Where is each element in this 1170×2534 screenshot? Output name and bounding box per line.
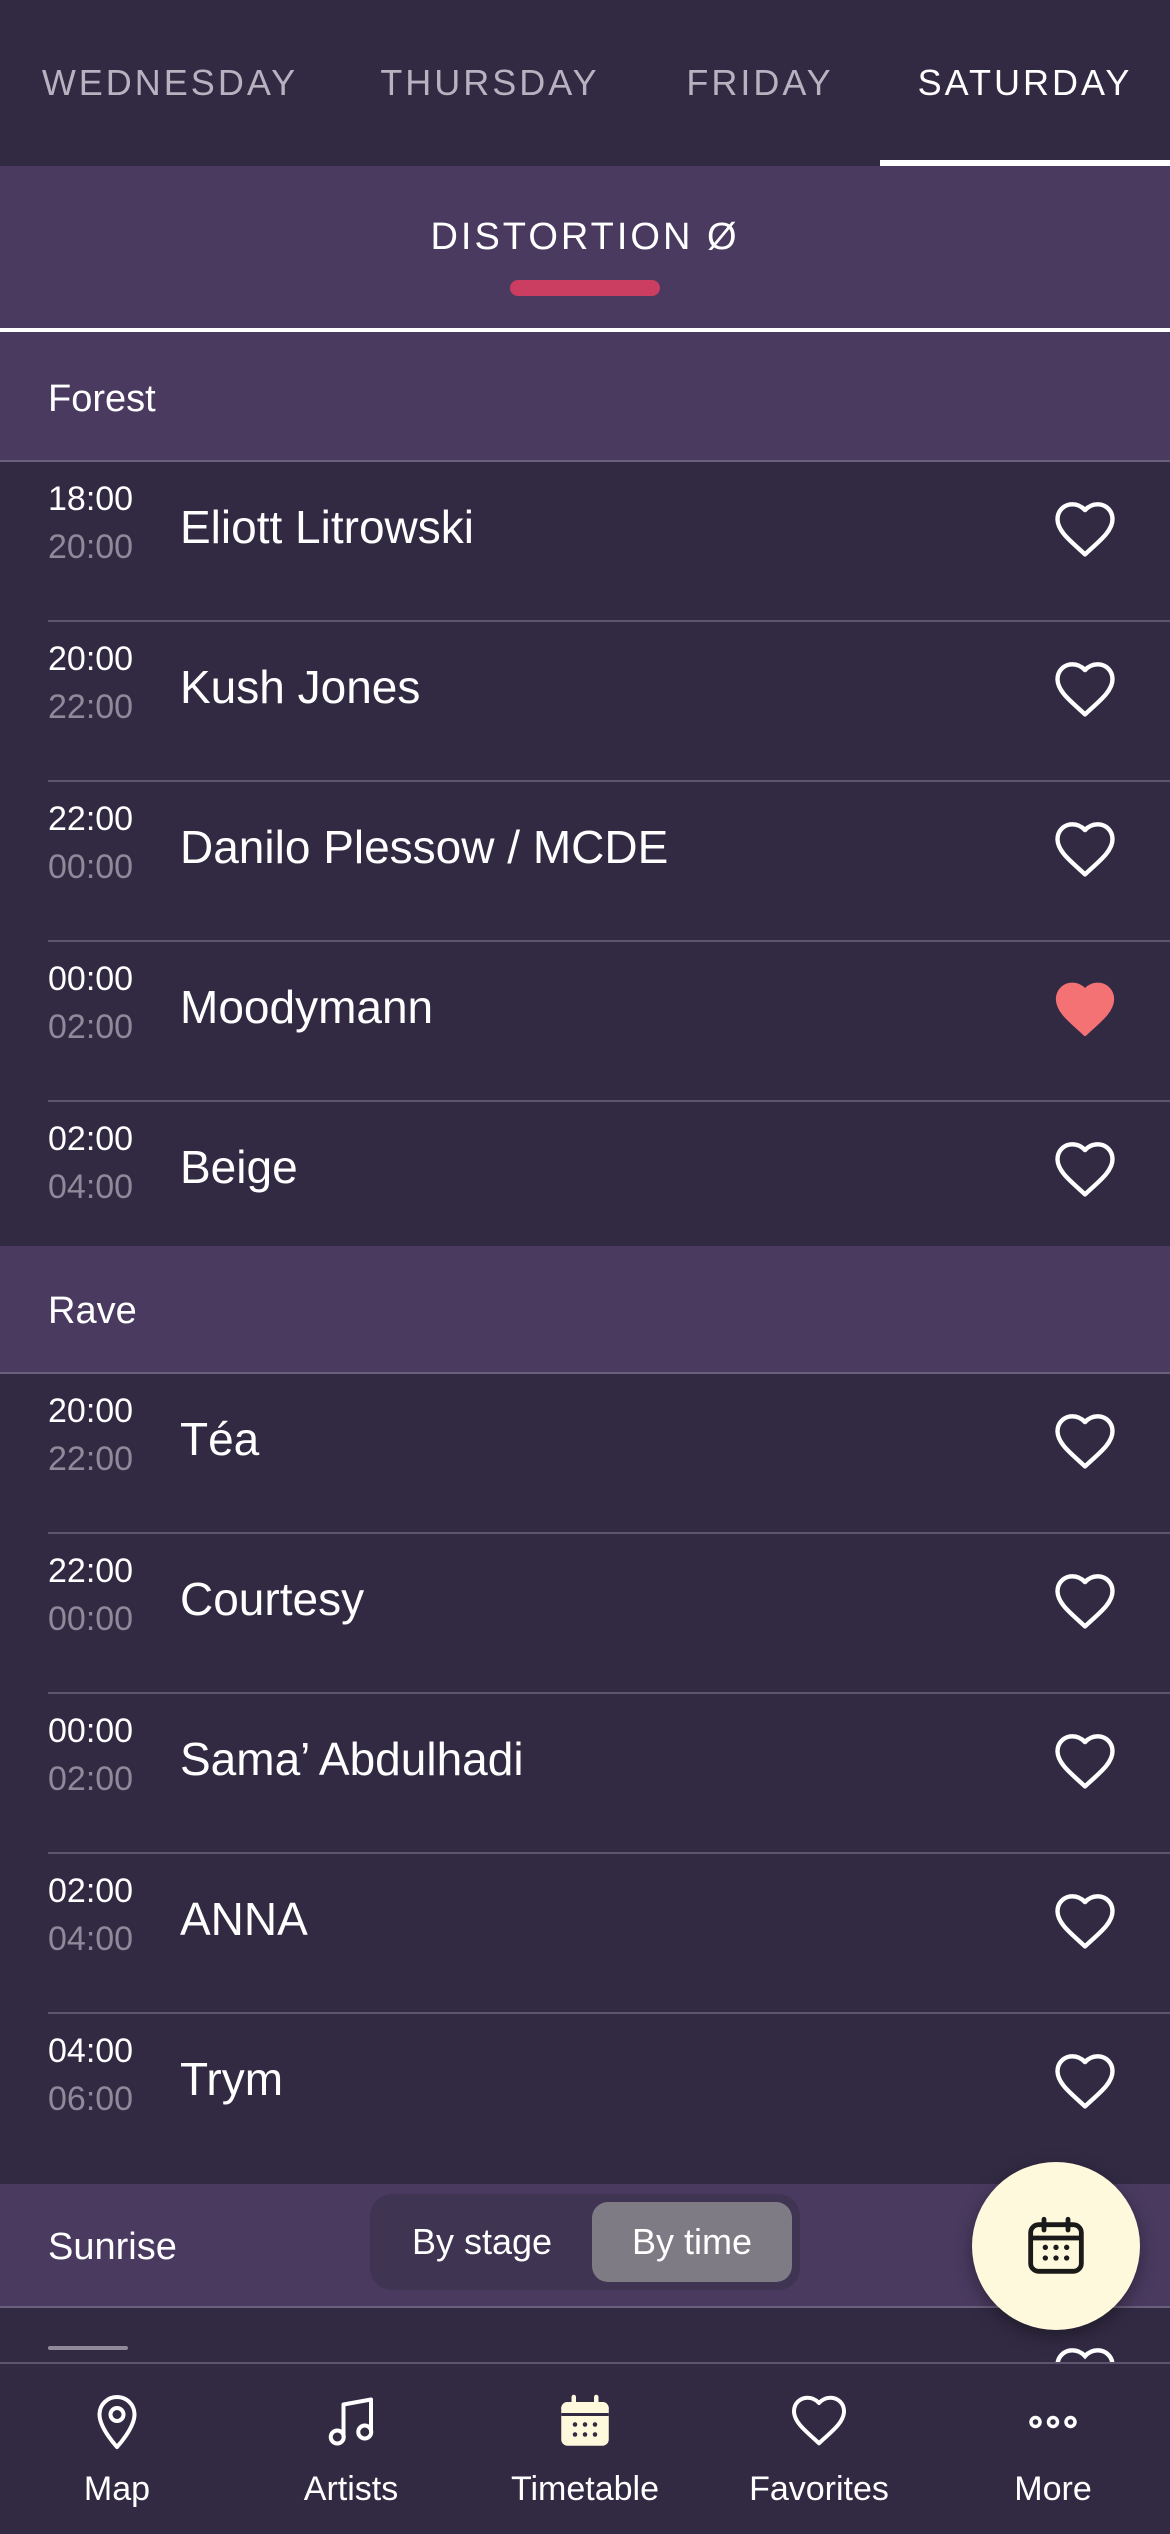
heart-icon[interactable] (1052, 1730, 1118, 1796)
more-dots-icon (1029, 2415, 1077, 2429)
list-item[interactable]: 20:00 22:00 Téa (0, 1374, 1170, 1534)
start-time: 20:00 (48, 1392, 134, 1430)
artist-name: Danilo Plessow / MCDE (180, 821, 669, 873)
tab-thursday[interactable]: THURSDAY (340, 0, 640, 166)
stage-indicator (510, 280, 660, 296)
end-time: 22:00 (48, 688, 134, 726)
list-item[interactable]: 20:00 22:00 Kush Jones (0, 622, 1170, 782)
start-time: 18:00 (48, 480, 134, 518)
day-tabs: WEDNESDAY THURSDAY FRIDAY SATURDAY (0, 0, 1170, 166)
section-label: Sunrise (48, 2226, 177, 2268)
artist-name: Kush Jones (180, 661, 421, 713)
heart-icon[interactable] (1052, 658, 1118, 724)
heart-icon[interactable] (1052, 1570, 1118, 1636)
nav-label: Map (83, 2470, 151, 2508)
section-header-rave: Rave (0, 1246, 1170, 1374)
start-time: 00:00 (48, 1712, 134, 1750)
list-item[interactable]: 04:00 06:00 Trym (0, 2014, 1170, 2174)
artist-name: Courtesy (180, 1573, 365, 1625)
list-item[interactable]: 22:00 00:00 Courtesy (0, 1534, 1170, 1694)
view-toggle: By stage By time (370, 2194, 800, 2290)
music-note-icon (328, 2397, 374, 2446)
artist-name: Eliott Litrowski (180, 501, 474, 553)
start-time: 20:00 (48, 640, 134, 678)
end-time: 00:00 (48, 848, 134, 886)
nav-timetable[interactable]: Timetable (468, 2364, 702, 2534)
list-item-clipped (0, 2308, 1170, 2362)
section-label: Rave (48, 1290, 137, 1332)
artist-name: Moodymann (180, 981, 434, 1033)
heart-icon[interactable] (1052, 1410, 1118, 1476)
nav-label: Favorites (749, 2470, 889, 2508)
nav-label: Timetable (510, 2470, 660, 2508)
start-time: 00:00 (48, 960, 134, 998)
start-time: 22:00 (48, 800, 134, 838)
stage-selector[interactable]: DISTORTION Ø (0, 166, 1170, 332)
end-time: 04:00 (48, 1168, 134, 1206)
by-stage-button[interactable]: By stage (382, 2202, 582, 2282)
end-time: 00:00 (48, 1600, 134, 1638)
stage-title: DISTORTION Ø (430, 216, 740, 258)
nav-label: Artists (303, 2470, 399, 2508)
section-label: Forest (48, 378, 156, 420)
list-item[interactable]: 02:00 04:00 Beige (0, 1102, 1170, 1262)
artist-name: Beige (180, 1141, 298, 1193)
start-time: 04:00 (48, 2032, 134, 2070)
end-time: 02:00 (48, 1760, 134, 1798)
calendar-fab-button[interactable] (972, 2162, 1140, 2330)
artist-name: Sama’ Abdulhadi (180, 1733, 524, 1785)
artist-name: Trym (180, 2053, 284, 2105)
bottom-nav: Map Artists Timetable Favorites More (0, 2362, 1170, 2534)
heart-icon[interactable] (1052, 1138, 1118, 1204)
list-item[interactable]: 00:00 02:00 Sama’ Abdulhadi (0, 1694, 1170, 1854)
tab-wednesday[interactable]: WEDNESDAY (0, 0, 340, 166)
end-time: 06:00 (48, 2080, 134, 2118)
nav-map[interactable]: Map (0, 2364, 234, 2534)
end-time: 02:00 (48, 1008, 134, 1046)
start-time: 22:00 (48, 1552, 134, 1590)
by-time-button[interactable]: By time (592, 2202, 792, 2282)
heart-icon (792, 2395, 846, 2446)
end-time: 20:00 (48, 528, 134, 566)
nav-label: More (1014, 2470, 1092, 2508)
list-item[interactable]: 22:00 00:00 Danilo Plessow / MCDE (0, 782, 1170, 942)
calendar-icon (1028, 2216, 1084, 2274)
heart-icon[interactable] (1052, 818, 1118, 884)
heart-icon[interactable] (1052, 1890, 1118, 1956)
section-header-forest: Forest (0, 332, 1170, 462)
end-time: 04:00 (48, 1920, 134, 1958)
clipped-time (48, 2346, 128, 2350)
start-time: 02:00 (48, 1872, 134, 1910)
nav-more[interactable]: More (936, 2364, 1170, 2534)
nav-favorites[interactable]: Favorites (702, 2364, 936, 2534)
list-item[interactable]: 18:00 20:00 Eliott Litrowski (0, 462, 1170, 622)
end-time: 22:00 (48, 1440, 134, 1478)
map-pin-icon (97, 2395, 137, 2449)
heart-icon (1055, 2348, 1115, 2362)
artist-name: Téa (180, 1413, 260, 1465)
calendar-icon (561, 2394, 609, 2446)
list-item[interactable]: 00:00 02:00 Moodymann (0, 942, 1170, 1102)
list-item[interactable]: 02:00 04:00 ANNA (0, 1854, 1170, 2014)
heart-icon[interactable] (1052, 498, 1118, 564)
tab-friday[interactable]: FRIDAY (640, 0, 880, 166)
heart-filled-icon[interactable] (1052, 978, 1118, 1044)
nav-artists[interactable]: Artists (234, 2364, 468, 2534)
start-time: 02:00 (48, 1120, 134, 1158)
heart-icon[interactable] (1052, 2050, 1118, 2116)
artist-name: ANNA (180, 1893, 308, 1945)
tab-saturday[interactable]: SATURDAY (880, 0, 1170, 166)
